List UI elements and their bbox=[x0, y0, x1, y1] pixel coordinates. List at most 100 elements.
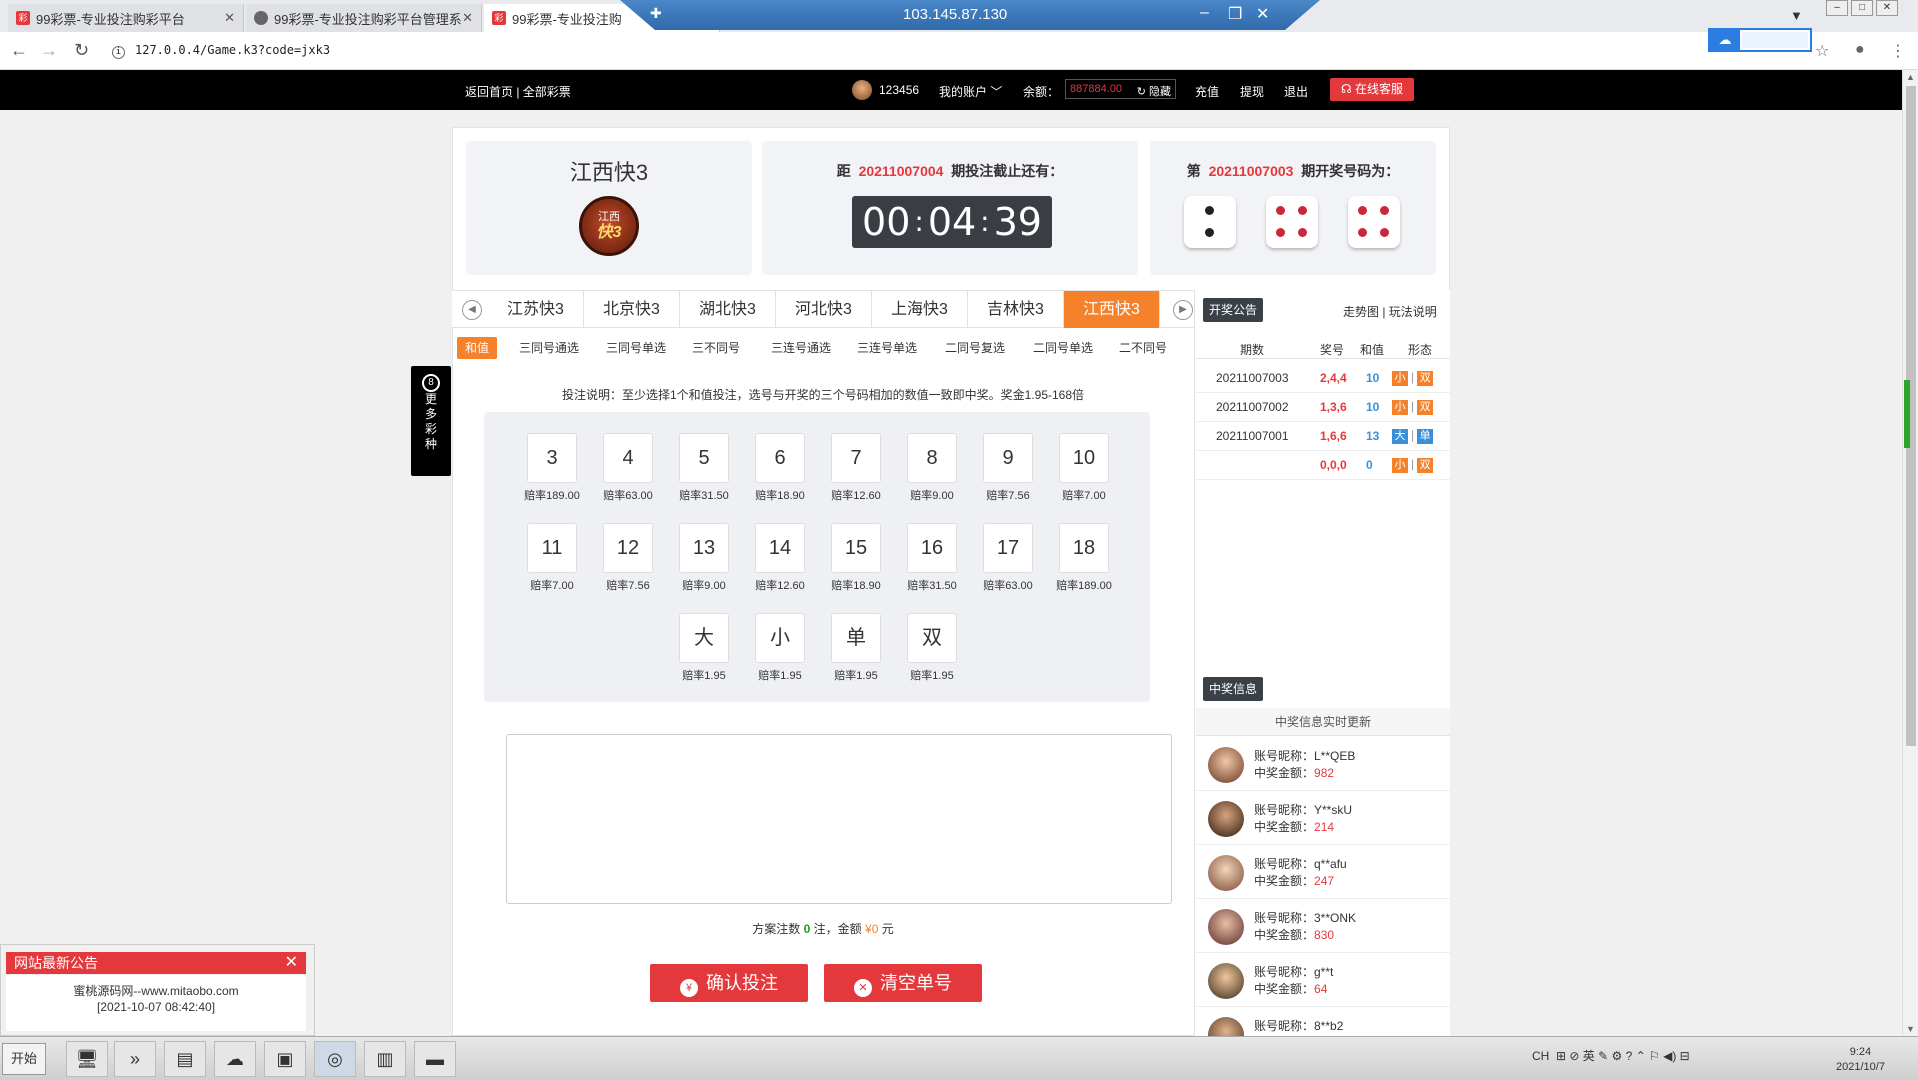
online-service-button[interactable]: ☊ 在线客服 bbox=[1330, 78, 1414, 101]
number-ball[interactable]: 9 bbox=[983, 433, 1033, 483]
number-ball[interactable]: 8 bbox=[907, 433, 957, 483]
tab-search-icon[interactable]: ▼ bbox=[1790, 8, 1803, 23]
play-tab[interactable]: 三同号单选 bbox=[600, 337, 672, 359]
tray-icons[interactable]: ⊞ ⊘ 英 ✎ ⚙ ? ⌃ ⚐ ◀) ⊟ bbox=[1553, 1049, 1690, 1063]
play-tab[interactable]: 二同号单选 bbox=[1026, 337, 1100, 359]
avatar bbox=[1208, 909, 1244, 945]
start-button[interactable]: 开始 bbox=[2, 1043, 46, 1075]
bet-list-area[interactable] bbox=[506, 734, 1172, 904]
hide-balance-button[interactable]: ↻ 隐藏 bbox=[1137, 83, 1171, 99]
close-icon[interactable]: ✕ bbox=[1256, 4, 1269, 24]
recharge-link[interactable]: 充值 bbox=[1195, 83, 1219, 100]
number-panel bbox=[484, 412, 1150, 702]
globe-icon bbox=[254, 11, 268, 25]
number-ball[interactable]: 3 bbox=[527, 433, 577, 483]
number-ball[interactable]: 15 bbox=[831, 523, 881, 573]
number-ball[interactable]: 双 bbox=[907, 613, 957, 663]
play-tab[interactable]: 三不同号 bbox=[688, 337, 744, 359]
play-tab[interactable]: 和值 bbox=[457, 337, 497, 359]
clear-bets-button[interactable]: ✕ 清空单号 bbox=[824, 964, 982, 1002]
menu-icon[interactable]: ⋮ bbox=[1890, 41, 1906, 61]
my-account-menu[interactable]: 我的账户 ﹀ bbox=[939, 83, 1002, 100]
number-ball[interactable]: 5 bbox=[679, 433, 729, 483]
lottery-tab[interactable]: 北京快3 bbox=[584, 291, 680, 328]
profile-icon[interactable]: ● bbox=[1855, 41, 1865, 59]
cloud-sync-icon[interactable]: ☁ bbox=[214, 1041, 256, 1077]
close-icon[interactable]: ✕ bbox=[224, 10, 235, 26]
lottery-tab[interactable]: 江西快3 bbox=[1064, 291, 1160, 328]
url-field[interactable]: i 127.0.0.4/Game.k3?code=jxk3 bbox=[112, 43, 330, 59]
number-ball[interactable]: 10 bbox=[1059, 433, 1109, 483]
lottery-tab[interactable]: 河北快3 bbox=[776, 291, 872, 328]
number-ball[interactable]: 18 bbox=[1059, 523, 1109, 573]
number-ball[interactable]: 单 bbox=[831, 613, 881, 663]
powershell-icon[interactable]: » bbox=[114, 1041, 156, 1077]
number-ball[interactable]: 7 bbox=[831, 433, 881, 483]
clock-time: 9:24 bbox=[1849, 1046, 1872, 1058]
system-clock[interactable]: 9:24 2021/10/7 bbox=[1836, 1045, 1885, 1075]
confirm-bet-button[interactable]: ¥ 确认投注 bbox=[650, 964, 808, 1002]
back-icon[interactable]: ← bbox=[10, 40, 28, 61]
maximize-icon[interactable]: □ bbox=[1851, 0, 1873, 16]
browser-tab-2[interactable]: 99彩票-专业投注购彩平台管理系 ✕ bbox=[246, 4, 482, 32]
number-ball[interactable]: 大 bbox=[679, 613, 729, 663]
play-tab[interactable]: 二同号复选 bbox=[938, 337, 1012, 359]
number-ball[interactable]: 4 bbox=[603, 433, 653, 483]
number-ball[interactable]: 6 bbox=[755, 433, 805, 483]
scroll-up-icon[interactable]: ▲ bbox=[1906, 72, 1915, 82]
scroll-down-icon[interactable]: ▼ bbox=[1906, 1024, 1915, 1034]
page-scrollbar[interactable]: ▲ ▼ bbox=[1902, 70, 1918, 1036]
number-ball[interactable]: 11 bbox=[527, 523, 577, 573]
language-indicator[interactable]: CH bbox=[1532, 1049, 1549, 1063]
cloud-extension[interactable]: ☁ bbox=[1708, 28, 1812, 52]
trend-rules-links[interactable]: 走势图 | 玩法说明 bbox=[1343, 303, 1437, 320]
folder-icon[interactable]: ▤ bbox=[164, 1041, 206, 1077]
chart-app-icon[interactable]: ▥ bbox=[364, 1041, 406, 1077]
announcement-button[interactable]: 开奖公告 bbox=[1203, 298, 1264, 322]
winning-info-button[interactable]: 中奖信息 bbox=[1203, 677, 1264, 701]
minimize-icon[interactable]: – bbox=[1200, 4, 1209, 22]
more-lotteries-strip[interactable]: 8 更多彩种 bbox=[411, 366, 451, 476]
result-pattern: 小 | 双 bbox=[1392, 399, 1434, 415]
lottery-tab[interactable]: 上海快3 bbox=[872, 291, 968, 328]
lottery-tab[interactable]: 江苏快3 bbox=[488, 291, 584, 328]
pin-icon[interactable]: ✚ bbox=[650, 5, 662, 22]
avatar[interactable] bbox=[852, 80, 872, 100]
refresh-icon[interactable]: ↻ bbox=[1137, 86, 1146, 98]
number-ball[interactable]: 16 bbox=[907, 523, 957, 573]
forward-icon[interactable]: → bbox=[40, 40, 58, 61]
info-icon[interactable]: i bbox=[112, 46, 125, 59]
number-ball[interactable]: 小 bbox=[755, 613, 805, 663]
results-header: 期数 奖号 和值 形态 bbox=[1196, 337, 1450, 359]
close-icon[interactable]: ✕ bbox=[462, 10, 473, 26]
prev-arrow-icon[interactable]: ◀ bbox=[462, 300, 482, 320]
minimize-icon[interactable]: – bbox=[1826, 0, 1848, 16]
play-tab[interactable]: 三连号单选 bbox=[850, 337, 924, 359]
number-ball[interactable]: 17 bbox=[983, 523, 1033, 573]
computer-icon[interactable]: 🖥 bbox=[66, 1041, 108, 1077]
play-tab[interactable]: 三同号通选 bbox=[513, 337, 585, 359]
next-arrow-icon[interactable]: ▶ bbox=[1173, 300, 1193, 320]
lottery-tab[interactable]: 吉林快3 bbox=[968, 291, 1064, 328]
extension-field[interactable] bbox=[1742, 32, 1808, 48]
reload-icon[interactable]: ↻ bbox=[74, 40, 89, 61]
logout-link[interactable]: 退出 bbox=[1284, 83, 1308, 100]
restore-icon[interactable]: ❐ bbox=[1228, 4, 1242, 24]
chrome-icon[interactable]: ◎ bbox=[314, 1041, 356, 1077]
number-ball[interactable]: 12 bbox=[603, 523, 653, 573]
remote-app-icon[interactable]: ▣ bbox=[264, 1041, 306, 1077]
play-tab[interactable]: 二不同号 bbox=[1114, 337, 1172, 359]
amount-value: 247 bbox=[1314, 874, 1335, 888]
play-tab[interactable]: 三连号通选 bbox=[764, 337, 838, 359]
avatar bbox=[1208, 963, 1244, 999]
terminal-icon[interactable]: ▬ bbox=[414, 1041, 456, 1077]
home-links[interactable]: 返回首页 | 全部彩票 bbox=[465, 83, 571, 100]
number-ball[interactable]: 14 bbox=[755, 523, 805, 573]
close-icon[interactable]: ✕ bbox=[285, 952, 298, 974]
withdraw-link[interactable]: 提现 bbox=[1240, 83, 1264, 100]
star-icon[interactable]: ☆ bbox=[1815, 41, 1829, 61]
browser-tab-1[interactable]: 彩 99彩票-专业投注购彩平台 ✕ bbox=[8, 4, 244, 32]
close-icon[interactable]: ✕ bbox=[1876, 0, 1898, 16]
number-ball[interactable]: 13 bbox=[679, 523, 729, 573]
lottery-tab[interactable]: 湖北快3 bbox=[680, 291, 776, 328]
